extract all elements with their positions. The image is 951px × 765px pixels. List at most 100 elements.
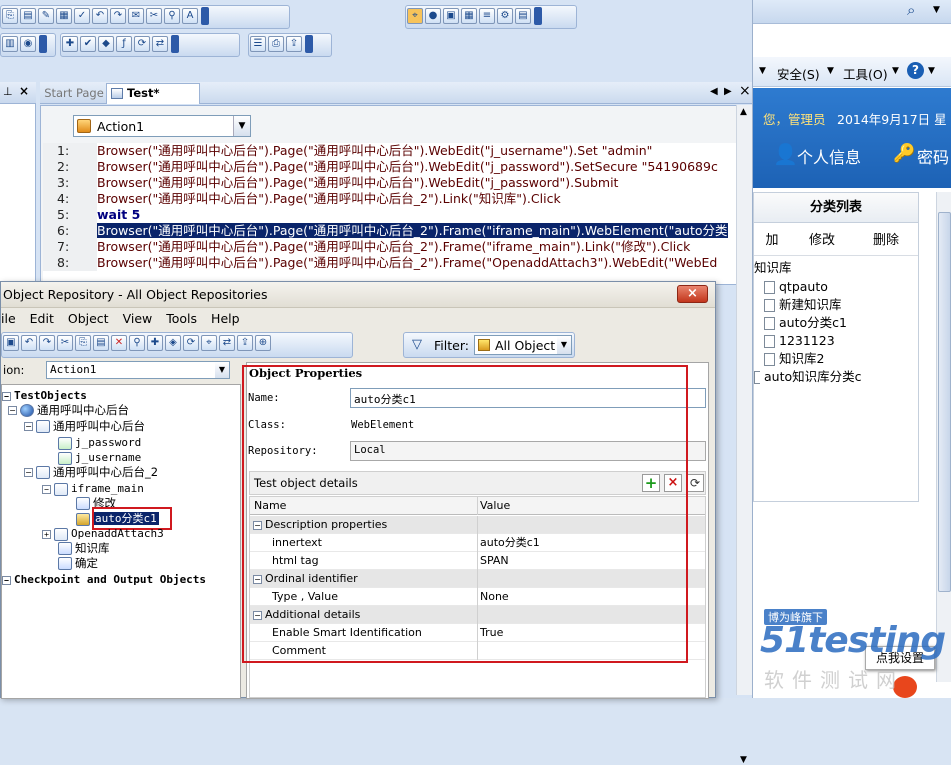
collapse-icon[interactable]: −	[24, 422, 33, 431]
expand-icon[interactable]: +	[42, 529, 51, 539]
update-icon[interactable]: ⟳	[183, 335, 199, 351]
export-icon[interactable]: ⇪	[286, 36, 302, 52]
uncomment-icon[interactable]: ✂	[146, 8, 162, 24]
steps-icon[interactable]: ≡	[479, 8, 495, 24]
redo-icon[interactable]: ↷	[110, 8, 126, 24]
list-icon[interactable]: ☰	[250, 36, 266, 52]
chevron-down-icon[interactable]: ▼	[233, 116, 250, 136]
script-line[interactable]: 6: Browser("通用呼叫中心后台").Page("通用呼叫中心后台_2")…	[43, 223, 740, 239]
tree-link[interactable]: 知识库	[58, 541, 110, 556]
tree-link[interactable]: 确定	[58, 556, 98, 571]
paste-icon[interactable]: ▤	[20, 8, 36, 24]
search-icon[interactable]: ⌕	[907, 1, 915, 19]
nav-personal-info[interactable]: 个人信息	[797, 144, 861, 168]
action-dropdown[interactable]: Action1 ▼	[73, 115, 251, 137]
script-line[interactable]: 7: Browser("通用呼叫中心后台").Page("通用呼叫中心后台_2")…	[43, 239, 740, 255]
find-icon[interactable]: ⚲	[164, 8, 180, 24]
tree-frame[interactable]: + OpenaddAttach3	[42, 526, 164, 541]
collapse-icon[interactable]: −	[42, 484, 51, 494]
redo-icon[interactable]: ↷	[39, 335, 55, 351]
transaction-icon[interactable]: ⇄	[152, 36, 168, 52]
add-object-icon[interactable]: ✚	[147, 335, 163, 351]
delete-icon[interactable]: ✕	[111, 335, 127, 351]
extra-icon[interactable]: ▤	[515, 8, 531, 24]
editor-scrollbar[interactable]: ▲ ▼	[736, 105, 752, 765]
chevron-down-icon[interactable]: ▼	[933, 5, 940, 15]
menu-file[interactable]: ile	[1, 311, 16, 326]
comment-icon[interactable]: ✉	[128, 8, 144, 24]
tree-frame[interactable]: − iframe_main	[42, 481, 144, 496]
tree-item[interactable]: auto知识库分类c	[754, 368, 862, 386]
script-line[interactable]: 5: wait 5	[43, 207, 740, 223]
chevron-down-icon[interactable]: ▼	[892, 66, 899, 76]
export-icon[interactable]: ⇪	[237, 335, 253, 351]
undo-icon[interactable]: ↶	[92, 8, 108, 24]
chevron-down-icon[interactable]: ▼	[827, 66, 834, 76]
edit-button[interactable]: 修改	[794, 229, 850, 248]
tab-test[interactable]: Test*	[106, 83, 200, 104]
chevron-down-icon[interactable]: ▼	[928, 66, 935, 76]
toolbar-grip[interactable]	[39, 35, 47, 53]
collapse-icon[interactable]: −	[2, 575, 11, 585]
scroll-down-icon[interactable]: ▼	[740, 755, 747, 765]
undo-icon[interactable]: ↶	[21, 335, 37, 351]
toolbar-grip[interactable]	[201, 7, 209, 25]
database-icon[interactable]: ▥	[2, 36, 18, 52]
check-icon[interactable]: ✓	[74, 8, 90, 24]
tree-page[interactable]: − 通用呼叫中心后台	[24, 419, 145, 434]
toolbar-grip[interactable]	[305, 35, 313, 53]
sync-icon[interactable]: ⟳	[134, 36, 150, 52]
help-icon[interactable]: ?	[907, 62, 924, 79]
chevron-down-icon[interactable]: ▼	[557, 336, 571, 354]
user-icon[interactable]: 👤	[773, 142, 798, 166]
script-line[interactable]: 1: Browser("通用呼叫中心后台").Page("通用呼叫中心后台").W…	[43, 143, 740, 159]
script-line[interactable]: 2: Browser("通用呼叫中心后台").Page("通用呼叫中心后台").W…	[43, 159, 740, 175]
tab-scroll-right-icon[interactable]: ▶	[724, 86, 732, 97]
settings-icon[interactable]: ⚙	[497, 8, 513, 24]
tree-item[interactable]: 知识库2	[764, 350, 824, 368]
tree-item[interactable]: 新建知识库	[764, 296, 842, 314]
find-icon[interactable]: ⚲	[129, 335, 145, 351]
tree-checkpoints[interactable]: − Checkpoint and Output Objects	[2, 572, 206, 587]
tools-menu[interactable]: 工具(O)	[843, 64, 888, 83]
insert-step-icon[interactable]: ✚	[62, 36, 78, 52]
key-icon[interactable]: 🔑	[893, 143, 915, 164]
cut-icon[interactable]: ✂	[57, 335, 73, 351]
collapse-icon[interactable]: −	[24, 468, 33, 477]
scroll-up-icon[interactable]: ▲	[740, 107, 747, 117]
chevron-down-icon[interactable]: ▼	[759, 66, 766, 76]
edit-icon[interactable]: ✎	[38, 8, 54, 24]
add-button[interactable]: 加	[754, 229, 790, 248]
pin-icon[interactable]: ⊥	[3, 85, 13, 98]
script-line[interactable]: 4: Browser("通用呼叫中心后台").Page("通用呼叫中心后台_2")…	[43, 191, 740, 207]
output-icon[interactable]: ◆	[98, 36, 114, 52]
tree-item[interactable]: 1231123	[764, 332, 835, 350]
script-line[interactable]: 8: Browser("通用呼叫中心后台").Page("通用呼叫中心后台_2")…	[43, 255, 740, 271]
toolbar-grip[interactable]	[534, 7, 542, 25]
tree-item[interactable]: auto分类c1	[764, 314, 847, 332]
action-select[interactable]: Action1 ▼	[46, 361, 230, 379]
action-icon[interactable]: ◉	[20, 36, 36, 52]
menu-tools[interactable]: Tools	[166, 311, 197, 326]
associate-icon[interactable]: ⇄	[219, 335, 235, 351]
refresh-button[interactable]: ⟳	[686, 474, 704, 492]
menu-help[interactable]: Help	[211, 311, 240, 326]
script-editor[interactable]: 1: Browser("通用呼叫中心后台").Page("通用呼叫中心后台").W…	[43, 143, 740, 284]
highlight-icon[interactable]: ◈	[165, 335, 181, 351]
menu-edit[interactable]: Edit	[30, 311, 54, 326]
copy-icon[interactable]: ⎘	[75, 335, 91, 351]
tab-start-page[interactable]: Start Page	[43, 85, 105, 104]
collapse-icon[interactable]: −	[2, 391, 11, 401]
close-icon[interactable]: ×	[19, 84, 29, 98]
tree-test-objects[interactable]: − TestObjects	[2, 388, 87, 403]
delete-button[interactable]: 删除	[854, 229, 918, 248]
tree-root[interactable]: 知识库	[754, 259, 792, 277]
copy-icon[interactable]: ⎘	[2, 8, 18, 24]
font-icon[interactable]: A	[182, 8, 198, 24]
tree-item[interactable]: qtpauto	[764, 278, 828, 296]
object-spy-icon[interactable]: ⌖	[407, 8, 423, 24]
scroll-thumb[interactable]	[938, 212, 951, 592]
checkpoint-icon[interactable]: ✔	[80, 36, 96, 52]
tree-webedit[interactable]: j_password	[58, 435, 141, 450]
nav-password[interactable]: 密码	[917, 144, 949, 168]
